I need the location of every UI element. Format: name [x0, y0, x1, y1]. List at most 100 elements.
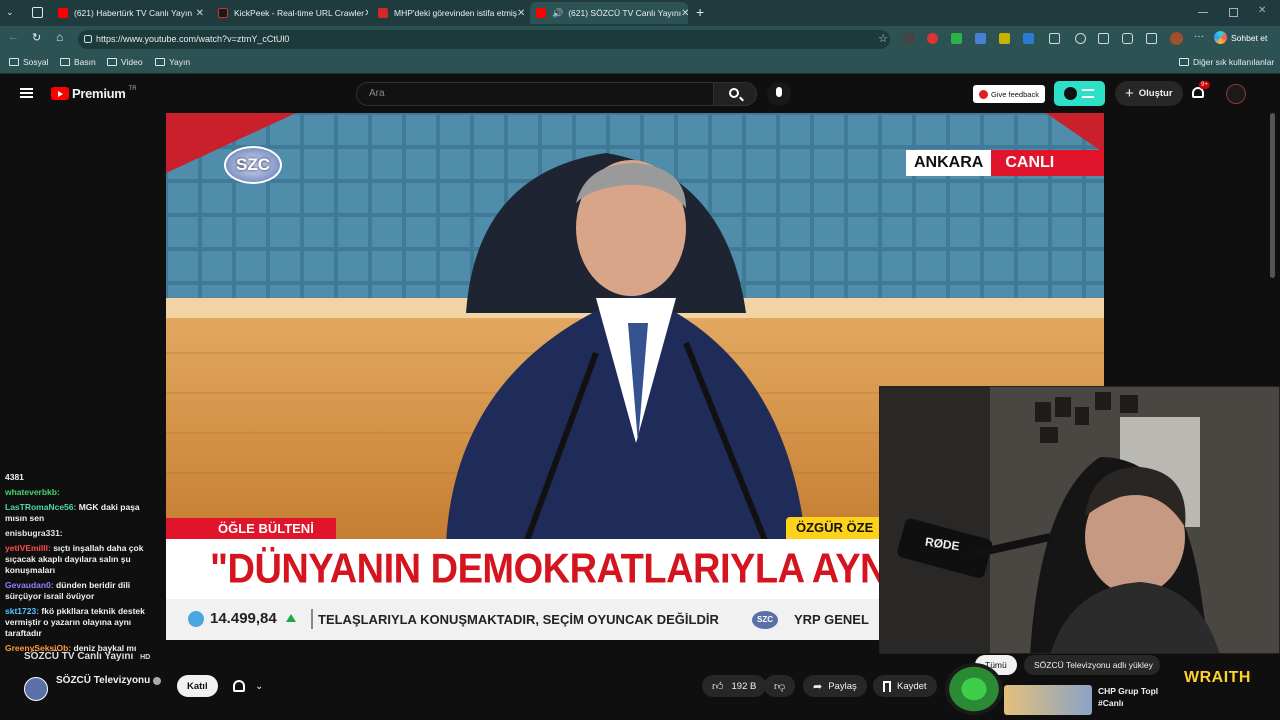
recommended-thumbnail[interactable]: [1004, 685, 1092, 715]
search-input[interactable]: Ara: [356, 82, 714, 106]
headline-text: "DÜNYANIN DEMOKRATLARIYLA AYNI: [210, 546, 879, 593]
extension-toggle-button[interactable]: [1054, 81, 1105, 106]
channel-name[interactable]: SÖZCÜ Televizyonu: [56, 675, 162, 686]
notifications-toggle-button[interactable]: ⌄: [223, 675, 273, 697]
chat-username: Gevaudan0:: [5, 580, 54, 590]
notification-badge: 9+: [1199, 81, 1210, 89]
create-button[interactable]: + Oluştur: [1115, 81, 1183, 106]
address-toolbar: ← ↻ ⌂ https://www.youtube.com/watch?v=zt…: [0, 26, 1280, 52]
chevron-down-icon: ⌄: [255, 680, 264, 692]
video-title-overlay: SÖZCÜ TV Canlı Yayını HD: [24, 651, 150, 662]
minimize-icon[interactable]: [1198, 12, 1208, 13]
other-bookmarks-folder[interactable]: Diğer sık kullanılanlar: [1179, 57, 1274, 67]
channel-avatar-small[interactable]: [24, 677, 48, 701]
chat-username: whateverbkb:: [5, 487, 60, 497]
workspaces-icon[interactable]: [32, 7, 43, 18]
chat-message: whateverbkb:: [0, 485, 166, 500]
maximize-icon[interactable]: [1229, 8, 1238, 17]
bell-off-icon: [233, 680, 245, 692]
favorites-icon[interactable]: [1098, 33, 1109, 44]
bookmark-folder-sosyal[interactable]: Sosyal: [9, 57, 49, 67]
hd-badge: HD: [140, 654, 151, 661]
favorite-star-icon[interactable]: ☆: [878, 30, 888, 49]
dislike-button[interactable]: 👎︎: [764, 675, 796, 697]
site-info-icon[interactable]: [84, 35, 92, 43]
chat-message: enisbugra331:: [0, 526, 166, 541]
hamburger-menu-icon[interactable]: [20, 88, 33, 98]
bookmark-label: Sosyal: [23, 57, 49, 67]
notifications-button[interactable]: 9+: [1191, 81, 1210, 102]
folder-icon: [9, 58, 19, 66]
bookmark-folder-video[interactable]: Video: [107, 57, 143, 67]
create-label: Oluştur: [1138, 88, 1173, 99]
close-window-icon[interactable]: ✕: [1258, 5, 1266, 16]
recommended-title[interactable]: CHP Grup Topl #Canlı: [1098, 685, 1166, 709]
tab-sozcu[interactable]: 🔊 (621) SÖZCÜ TV Canlı Yayını ✕: [530, 2, 688, 24]
extension-green-icon[interactable]: [951, 33, 962, 44]
location-text: ANKARA: [906, 150, 992, 176]
logo-country: TR: [128, 86, 137, 92]
speaker-icon[interactable]: 🔊: [552, 8, 563, 19]
url-field[interactable]: https://www.youtube.com/watch?v=ztmY_cCt…: [78, 30, 890, 49]
close-tab-icon[interactable]: ✕: [681, 8, 688, 19]
thumbs-down-icon: 👎︎: [774, 680, 786, 693]
cooler-rgb-icon: [945, 663, 1003, 715]
video-info-bar: SÖZCÜ TV Canlı Yayını HD SÖZCÜ Televizyo…: [0, 651, 1280, 720]
extension-red-icon[interactable]: [927, 33, 938, 44]
youtube-logo[interactable]: Premium TR: [51, 86, 137, 101]
extension-icon[interactable]: [903, 33, 914, 44]
folder-icon: [107, 58, 117, 66]
copilot-label: Sohbet et: [1231, 32, 1268, 43]
page-scrollbar[interactable]: [1270, 113, 1275, 278]
tab-haberturk[interactable]: (621) Habertürk TV Canlı Yayın ✕: [52, 2, 208, 24]
tab-mhp[interactable]: MHP'deki görevinden istifa etmiş ✕: [372, 2, 528, 24]
ticker-logo: SZC: [752, 611, 778, 629]
join-button[interactable]: Katıl: [177, 675, 218, 697]
extension-logo-icon: [1064, 87, 1077, 100]
save-button[interactable]: Kaydet: [873, 675, 937, 697]
bookmark-folder-yayin[interactable]: Yayın: [155, 57, 190, 67]
filter-chip-channel[interactable]: SÖZCÜ Televizyonu adlı yükley: [1024, 655, 1160, 675]
share-icon: ➦: [813, 680, 823, 693]
like-button[interactable]: 👍︎ 192 B: [702, 675, 767, 697]
search-button[interactable]: [713, 82, 757, 106]
copilot-chat-button[interactable]: Sohbet et: [1214, 31, 1267, 44]
extension-blue-icon[interactable]: [1023, 33, 1034, 44]
segment-tag: ÖĞLE BÜLTENİ: [166, 518, 336, 539]
bookmark-folder-basin[interactable]: Basın: [60, 57, 96, 67]
tab-menu-icon[interactable]: ⌄: [6, 7, 18, 19]
share-label: Paylaş: [828, 680, 857, 692]
kickpeek-favicon-icon: [218, 8, 228, 18]
bookmarks-bar: Sosyal Basın Video Yayın Diğer sık kulla…: [0, 52, 1280, 74]
search-placeholder: Ara: [369, 88, 385, 99]
reload-icon[interactable]: ↻: [32, 31, 41, 44]
share-button[interactable]: ➦ Paylaş: [803, 675, 867, 697]
youtube-favicon-icon: [58, 8, 68, 18]
bookmark-icon: [883, 680, 891, 692]
voice-search-button[interactable]: [767, 82, 791, 106]
extensions-puzzle-icon[interactable]: [1075, 33, 1086, 44]
viewer-count: 4381: [5, 472, 24, 482]
tab-kickpeek[interactable]: KickPeek - Real-time URL Crawler ✕: [212, 2, 368, 24]
more-menu-icon[interactable]: ···: [1194, 31, 1204, 42]
profile-avatar[interactable]: [1170, 32, 1183, 45]
back-icon[interactable]: ←: [8, 31, 19, 43]
tab-title: MHP'deki görevinden istifa etmiş: [394, 8, 518, 18]
translate-icon[interactable]: [975, 33, 986, 44]
channel-avatar[interactable]: [1226, 84, 1246, 104]
close-tab-icon[interactable]: ✕: [364, 8, 368, 19]
bookmark-label: Diğer sık kullanılanlar: [1193, 57, 1275, 67]
close-tab-icon[interactable]: ✕: [517, 8, 525, 19]
split-screen-icon[interactable]: [1049, 33, 1060, 44]
extension-yellow-icon[interactable]: [999, 33, 1010, 44]
home-icon[interactable]: ⌂: [56, 30, 63, 44]
give-feedback-button[interactable]: Give feedback: [973, 85, 1045, 103]
location-tag: ANKARA CANLI: [906, 150, 1104, 176]
wraith-logo: WRAITH: [1184, 669, 1251, 686]
join-label: Katıl: [187, 680, 208, 692]
collections-icon[interactable]: [1146, 33, 1157, 44]
feedback-label: Give feedback: [991, 89, 1039, 99]
new-tab-button[interactable]: +: [696, 4, 704, 20]
close-tab-icon[interactable]: ✕: [196, 8, 204, 19]
browser-essentials-icon[interactable]: [1122, 33, 1133, 44]
